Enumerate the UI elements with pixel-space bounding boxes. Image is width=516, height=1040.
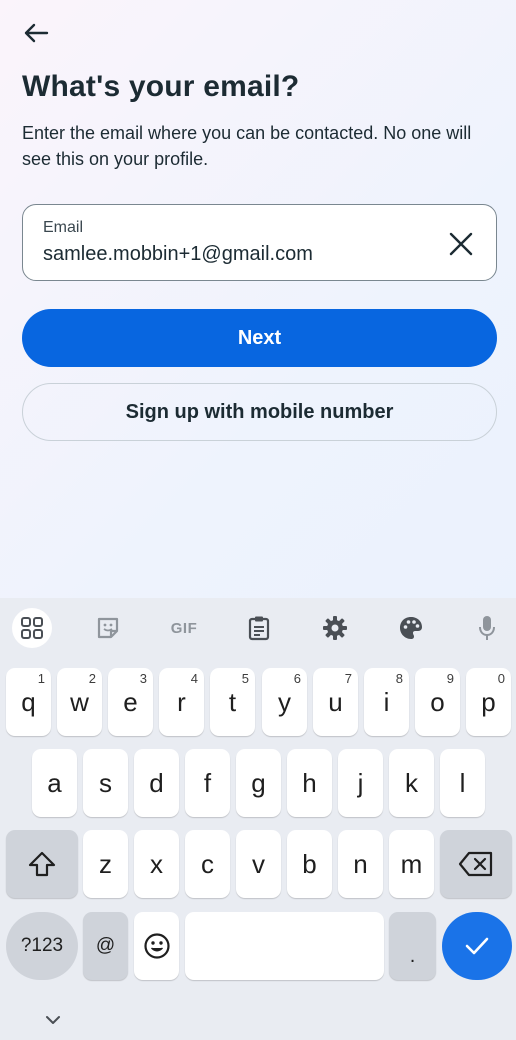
key-p[interactable]: 0p xyxy=(466,668,511,736)
clear-button[interactable] xyxy=(446,229,476,259)
key-letter: i xyxy=(383,686,390,717)
gear-icon xyxy=(323,616,347,640)
period-key[interactable]: . xyxy=(389,912,436,980)
microphone-icon xyxy=(479,616,495,640)
key-m[interactable]: m xyxy=(389,830,434,898)
key-c[interactable]: c xyxy=(185,830,230,898)
key-number: 9 xyxy=(446,671,454,686)
key-e[interactable]: 3e xyxy=(108,668,153,736)
clipboard-button[interactable] xyxy=(239,608,279,648)
symbols-key[interactable]: ?123 xyxy=(6,912,78,980)
keyboard: GIF 1 q 2 w 3 e 4 r 5 t 6 y 7 u 8 i 9 o … xyxy=(0,598,516,1040)
key-g[interactable]: g xyxy=(236,749,281,817)
backspace-icon xyxy=(458,851,493,877)
key-f[interactable]: f xyxy=(185,749,230,817)
shift-key[interactable] xyxy=(6,830,78,898)
key-z[interactable]: z xyxy=(83,830,128,898)
key-x[interactable]: x xyxy=(134,830,179,898)
key-i[interactable]: 8i xyxy=(364,668,409,736)
email-field-label: Email xyxy=(43,219,84,236)
email-input[interactable] xyxy=(43,243,423,266)
key-t[interactable]: 5t xyxy=(210,668,255,736)
key-v[interactable]: v xyxy=(236,830,281,898)
key-number: 4 xyxy=(190,671,198,686)
apps-button[interactable] xyxy=(12,608,52,648)
arrow-left-icon xyxy=(24,23,49,43)
key-number: 7 xyxy=(344,671,352,686)
checkmark-icon xyxy=(465,937,489,955)
theme-button[interactable] xyxy=(391,608,431,648)
emoji-key[interactable] xyxy=(134,912,179,980)
enter-key[interactable] xyxy=(442,912,512,980)
key-letter: y xyxy=(278,686,291,717)
sticker-icon xyxy=(97,617,119,639)
key-number: 2 xyxy=(88,671,96,686)
key-letter: q xyxy=(21,686,36,717)
keyboard-toolbar: GIF xyxy=(0,598,516,658)
key-b[interactable]: b xyxy=(287,830,332,898)
email-field[interactable]: Email xyxy=(22,204,497,281)
key-number: 0 xyxy=(497,671,505,686)
key-number: 8 xyxy=(395,671,403,686)
back-button[interactable] xyxy=(18,18,54,48)
close-icon xyxy=(449,232,473,256)
settings-button[interactable] xyxy=(315,608,355,648)
key-n[interactable]: n xyxy=(338,830,383,898)
key-j[interactable]: j xyxy=(338,749,383,817)
key-number: 6 xyxy=(293,671,301,686)
shift-icon xyxy=(28,851,56,877)
key-s[interactable]: s xyxy=(83,749,128,817)
key-d[interactable]: d xyxy=(134,749,179,817)
key-letter: r xyxy=(177,686,186,717)
key-o[interactable]: 9o xyxy=(415,668,460,736)
key-w[interactable]: 2w xyxy=(57,668,102,736)
key-letter: p xyxy=(481,686,496,717)
voice-input-button[interactable] xyxy=(467,608,507,648)
key-number: 1 xyxy=(37,671,45,686)
key-letter: u xyxy=(328,686,343,717)
hide-keyboard-button[interactable] xyxy=(42,1012,64,1028)
key-r[interactable]: 4r xyxy=(159,668,204,736)
sticker-button[interactable] xyxy=(88,608,128,648)
key-letter: t xyxy=(228,686,237,717)
key-letter: e xyxy=(123,686,138,717)
key-letter: w xyxy=(70,686,89,717)
space-key[interactable] xyxy=(185,912,384,980)
palette-icon xyxy=(400,617,422,639)
next-button[interactable]: Next xyxy=(22,309,497,367)
page-title: What's your email? xyxy=(22,70,300,103)
gif-button[interactable]: GIF xyxy=(164,608,204,648)
key-letter: o xyxy=(430,686,445,717)
key-l[interactable]: l xyxy=(440,749,485,817)
key-a[interactable]: a xyxy=(32,749,77,817)
clipboard-icon xyxy=(248,616,270,641)
key-number: 5 xyxy=(241,671,249,686)
page-subtitle: Enter the email where you can be contact… xyxy=(22,123,472,169)
gif-label: GIF xyxy=(170,619,198,637)
at-key[interactable]: @ xyxy=(83,912,128,980)
chevron-down-icon xyxy=(46,1016,60,1024)
key-number: 3 xyxy=(139,671,147,686)
sign-up-mobile-button[interactable]: Sign up with mobile number xyxy=(22,383,497,441)
key-q[interactable]: 1q xyxy=(6,668,51,736)
emoji-icon xyxy=(143,933,170,959)
backspace-key[interactable] xyxy=(440,830,512,898)
key-k[interactable]: k xyxy=(389,749,434,817)
key-u[interactable]: 7u xyxy=(313,668,358,736)
key-y[interactable]: 6y xyxy=(262,668,307,736)
grid-icon xyxy=(21,617,43,639)
key-h[interactable]: h xyxy=(287,749,332,817)
